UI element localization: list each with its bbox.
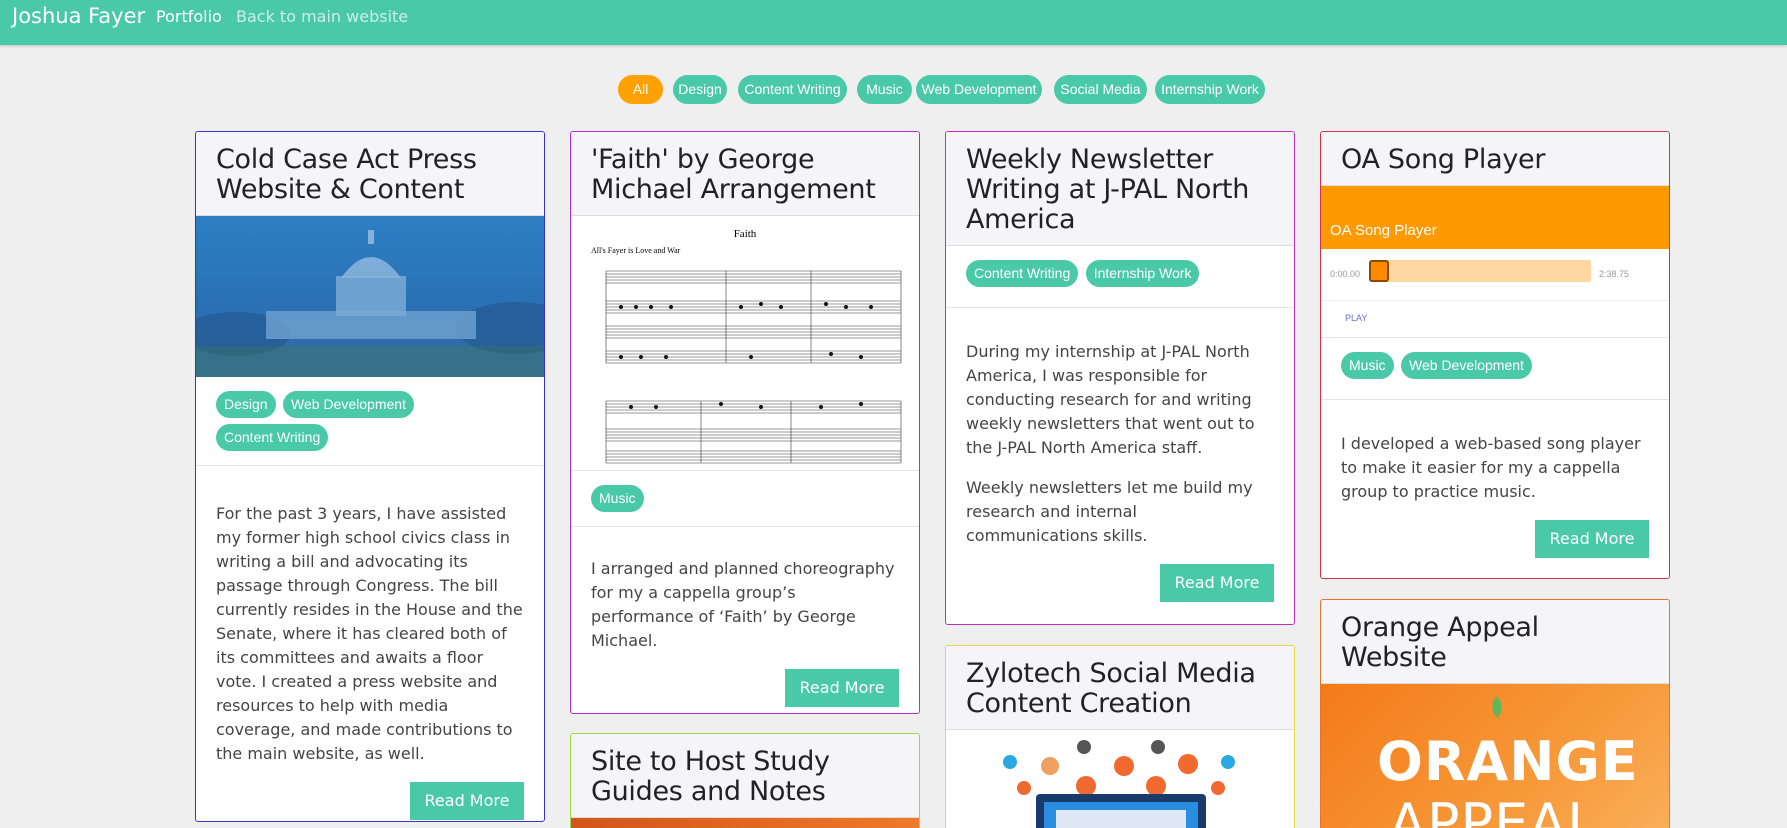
tag-web-development[interactable]: Web Development [1401, 352, 1532, 379]
capitol-image [196, 216, 544, 377]
tag-design[interactable]: Design [216, 391, 276, 418]
project-card-study-guides: Site to Host Study Guides and Notes [570, 733, 920, 828]
song-player-preview: OA Song Player 0:00.00 2:38.75 PLAY [1321, 186, 1669, 338]
filter-social-media[interactable]: Social Media [1054, 75, 1147, 104]
filter-internship-work[interactable]: Internship Work [1155, 75, 1265, 104]
filter-content-writing[interactable]: Content Writing [738, 75, 847, 104]
project-card-faith: 'Faith' by George Michael Arrangement Fa… [570, 131, 920, 714]
card-body: I developed a web-based song player to m… [1321, 400, 1669, 568]
card-header: Zylotech Social Media Content Creation [946, 646, 1294, 730]
read-more-button[interactable]: Read More [410, 782, 524, 820]
tag-list: Music Web Development [1321, 338, 1669, 400]
read-more-button[interactable]: Read More [785, 669, 899, 707]
card-description-2: Weekly newsletters let me build my resea… [966, 478, 1253, 545]
player-progress-thumb[interactable] [1369, 260, 1389, 282]
filter-all[interactable]: All [618, 75, 663, 104]
player-progress-track[interactable] [1369, 260, 1591, 282]
project-card-zylotech: Zylotech Social Media Content Creation [945, 645, 1295, 828]
project-card-cold-case: Cold Case Act Press Website & Content De… [195, 131, 545, 822]
player-progress-row: 0:00.00 2:38.75 [1321, 249, 1669, 301]
logo-line-2: APPEAL [1389, 792, 1599, 828]
card-description: For the past 3 years, I have assisted my… [216, 504, 523, 763]
tag-internship-work[interactable]: Internship Work [1085, 260, 1200, 287]
card-title: Orange Appeal Website [1341, 612, 1539, 673]
card-header: Orange Appeal Website [1321, 600, 1669, 684]
social-media-image [946, 730, 1294, 828]
player-time-total: 2:38.75 [1599, 269, 1630, 279]
card-body: I arranged and planned choreography for … [571, 527, 919, 713]
logo-line-1: ORANGE [1377, 730, 1639, 793]
filter-design[interactable]: Design [673, 75, 727, 104]
tag-list: Music [571, 471, 919, 527]
card-header: Cold Case Act Press Website & Content [196, 132, 544, 216]
card-header: Weekly Newsletter Writing at J-PAL North… [946, 132, 1294, 246]
card-title: 'Faith' by George Michael Arrangement [591, 144, 876, 205]
card-header: OA Song Player [1321, 132, 1669, 186]
tag-content-writing[interactable]: Content Writing [966, 260, 1079, 287]
player-header: OA Song Player [1321, 186, 1669, 249]
tag-web-development[interactable]: Web Development [283, 391, 414, 418]
study-site-image [571, 818, 919, 828]
project-card-orange-appeal: Orange Appeal Website ORANGE APPEAL [1320, 599, 1670, 828]
filter-music[interactable]: Music [857, 75, 912, 104]
card-description: I developed a web-based song player to m… [1341, 434, 1641, 501]
staff-lines [605, 270, 902, 464]
card-description: I arranged and planned choreography for … [591, 559, 895, 650]
navbar: Joshua Fayer Portfolio Back to main webs… [0, 0, 1787, 45]
tag-music[interactable]: Music [1341, 352, 1394, 379]
card-header: 'Faith' by George Michael Arrangement [571, 132, 919, 216]
leaf-icon [1492, 696, 1502, 718]
read-more-button[interactable]: Read More [1160, 564, 1274, 602]
tag-list: Design Web Development Content Writing [196, 377, 544, 466]
project-card-jpal: Weekly Newsletter Writing at J-PAL North… [945, 131, 1295, 625]
sheet-music-title: Faith [733, 228, 757, 240]
project-card-oa-song-player: OA Song Player OA Song Player 0:00.00 2:… [1320, 131, 1670, 579]
nav-portfolio-link[interactable]: Portfolio [156, 7, 222, 26]
card-title: Zylotech Social Media Content Creation [966, 658, 1256, 719]
card-description: During my internship at J-PAL North Amer… [966, 342, 1255, 457]
brand-link[interactable]: Joshua Fayer [12, 4, 145, 28]
card-title: OA Song Player [1341, 144, 1546, 175]
player-title: OA Song Player [1330, 222, 1437, 239]
card-header: Site to Host Study Guides and Notes [571, 734, 919, 818]
player-controls: PLAY [1321, 301, 1669, 337]
player-time-current: 0:00.00 [1330, 269, 1361, 279]
tag-list: Content Writing Internship Work [946, 246, 1294, 308]
nav-back-link[interactable]: Back to main website [236, 7, 408, 26]
tag-content-writing[interactable]: Content Writing [216, 424, 329, 451]
orange-appeal-image: ORANGE APPEAL [1321, 684, 1669, 828]
card-title: Cold Case Act Press Website & Content [216, 144, 477, 205]
read-more-button[interactable]: Read More [1535, 520, 1649, 558]
sheet-music-image: Faith All's Fayer is Love and War [571, 216, 919, 471]
card-title: Site to Host Study Guides and Notes [591, 746, 830, 807]
card-body: During my internship at J-PAL North Amer… [946, 308, 1294, 612]
filter-web-development[interactable]: Web Development [916, 75, 1042, 104]
card-title: Weekly Newsletter Writing at J-PAL North… [966, 144, 1250, 235]
social-icons-illustration [1003, 740, 1235, 828]
card-body: For the past 3 years, I have assisted my… [196, 466, 544, 821]
play-button[interactable]: PLAY [1345, 313, 1367, 323]
capitol-illustration [196, 230, 544, 377]
tag-music[interactable]: Music [591, 485, 644, 512]
